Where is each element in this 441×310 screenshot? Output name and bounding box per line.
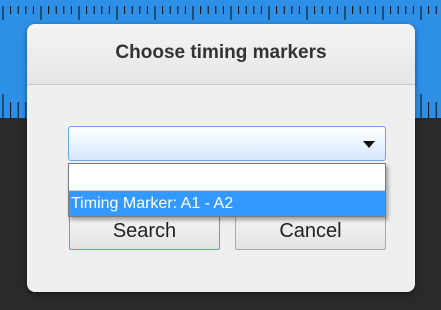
dropdown-arrow-icon[interactable] <box>363 141 375 148</box>
search-button[interactable]: Search <box>69 212 220 250</box>
timing-marker-combobox[interactable] <box>68 126 386 161</box>
choose-timing-markers-dialog: Choose timing markers Search Cancel Timi… <box>27 24 415 292</box>
dialog-title: Choose timing markers <box>115 42 327 63</box>
timing-marker-dropdown-list: Timing Marker: A1 - A2 <box>68 163 386 217</box>
dialog-header: Choose timing markers <box>27 24 415 85</box>
dropdown-option-timing-marker[interactable]: Timing Marker: A1 - A2 <box>69 191 385 216</box>
dropdown-option-empty[interactable] <box>69 164 385 191</box>
cancel-button[interactable]: Cancel <box>235 212 386 250</box>
